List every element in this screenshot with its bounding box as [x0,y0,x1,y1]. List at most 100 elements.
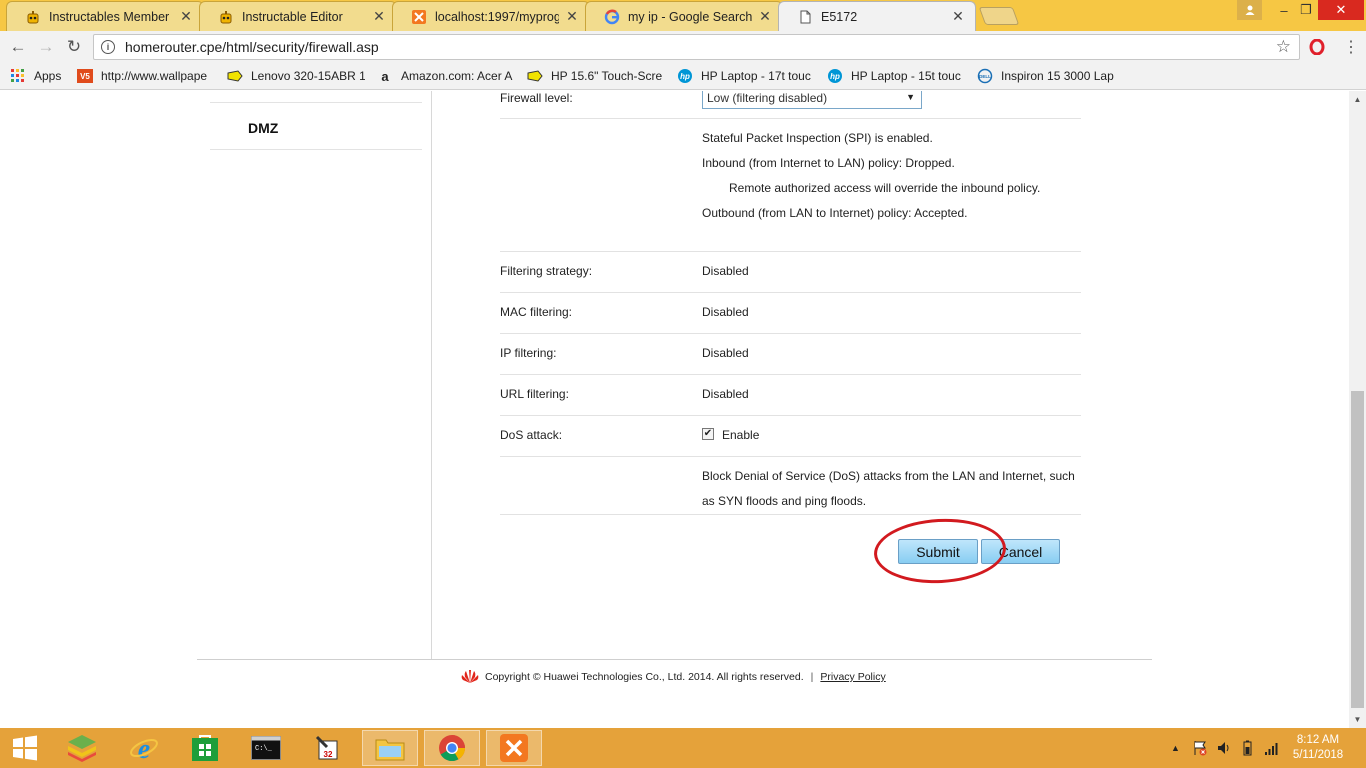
inbound-policy-text: Inbound (from Internet to LAN) policy: D… [702,156,955,170]
network-signal-icon[interactable] [1264,740,1280,759]
url-filtering-value: Disabled [702,387,749,401]
battery-power-icon[interactable] [1240,740,1256,759]
new-tab-button[interactable] [978,7,1020,25]
sidebar-item-dmz[interactable]: DMZ [248,120,278,136]
dos-enable-checkbox[interactable]: ✔ [702,428,714,440]
browser-tab-strip: Instructables Member : A ✕ Instructable … [0,0,1366,31]
window-close-icon[interactable]: ✕ [1318,0,1364,20]
browser-toolbar: ← → ↻ i homerouter.cpe/html/security/fir… [0,31,1366,63]
remote-access-text: Remote authorized access will override t… [729,181,1041,195]
sidebar-divider [210,102,422,103]
row-divider [500,118,1081,119]
bookmark-star-icon[interactable]: ☆ [1276,37,1291,57]
bookmark-hp-15t[interactable]: hp HP Laptop - 15t touc [827,67,965,85]
volume-icon[interactable] [1216,740,1232,759]
yellow-tag-icon [527,69,543,83]
footer-separator: | [810,671,814,683]
bookmark-hp-17t[interactable]: hp HP Laptop - 17t touc [677,67,815,85]
instructables-robot-icon [25,9,41,25]
row-divider [500,514,1081,515]
close-icon[interactable]: ✕ [565,8,579,25]
firewall-level-label: Firewall level: [500,91,573,105]
bookmark-wallpaper[interactable]: V5 http://www.wallpape [77,67,215,85]
windows-store-icon[interactable] [177,730,233,766]
page-scrollbar[interactable]: ▲ ▼ [1349,91,1366,728]
tab-google-search[interactable]: my ip - Google Search ✕ [585,1,783,31]
bookmark-lenovo[interactable]: Lenovo 320-15ABR 1 [227,67,365,85]
scrollbar-thumb[interactable] [1351,391,1364,708]
bookmark-dell-inspiron[interactable]: DELL Inspiron 15 3000 Lap [977,67,1115,85]
mac-filtering-value: Disabled [702,305,749,319]
site-info-icon[interactable]: i [101,40,115,54]
spi-info-text: Stateful Packet Inspection (SPI) is enab… [702,131,933,145]
svg-text:32: 32 [324,750,333,759]
v5-icon: V5 [77,69,93,83]
forward-icon[interactable]: → [35,36,57,58]
close-icon[interactable]: ✕ [372,8,386,25]
tab-instructables-member[interactable]: Instructables Member : A ✕ [6,1,204,31]
xampp-taskbar-icon[interactable] [486,730,542,766]
url-text[interactable]: homerouter.cpe/html/security/firewall.as… [125,39,1276,55]
opera-icon[interactable] [1306,36,1328,58]
minimize-icon[interactable]: – [1273,0,1295,20]
dos-attack-label: DoS attack: [500,428,563,442]
close-icon[interactable]: ✕ [951,8,965,25]
dell-icon: DELL [977,68,993,84]
dos-enable-label: Enable [722,428,760,442]
filtering-strategy-label: Filtering strategy: [500,264,593,278]
bookmarks-bar: Apps V5 http://www.wallpape Lenovo 320-1… [0,63,1366,90]
file-explorer-icon[interactable] [362,730,418,766]
mac-filtering-label: MAC filtering: [500,305,573,319]
bookmark-hp-touchscreen[interactable]: HP 15.6" Touch-Scre [527,67,665,85]
privacy-policy-link[interactable]: Privacy Policy [820,671,885,683]
chrome-icon[interactable] [424,730,480,766]
user-profile-icon[interactable] [1237,0,1262,20]
firewall-level-select[interactable]: Low (filtering disabled) ▼ [702,91,922,109]
svg-text:hp: hp [680,72,690,81]
menu-kebab-icon[interactable]: ⋮ [1340,36,1362,58]
bookmark-apps[interactable]: Apps [10,67,70,85]
taskbar-clock[interactable]: 8:12 AM 5/11/2018 [1290,733,1346,763]
address-bar[interactable]: i homerouter.cpe/html/security/firewall.… [93,34,1300,60]
google-icon [604,9,620,25]
row-divider [500,456,1081,457]
row-divider [500,415,1081,416]
close-icon[interactable]: ✕ [179,8,193,25]
clock-time: 8:12 AM [1296,734,1340,746]
svg-text:e: e [138,734,150,763]
scroll-up-arrow-icon[interactable]: ▲ [1349,91,1366,108]
tab-e5172[interactable]: E5172 ✕ [778,1,976,31]
ip-filtering-label: IP filtering: [500,346,557,360]
row-divider [500,292,1081,293]
reload-icon[interactable]: ↻ [63,36,85,58]
windows-start-icon[interactable] [0,730,50,766]
tab-localhost[interactable]: localhost:1997/myprogra ✕ [392,1,590,31]
show-hidden-icons-icon[interactable]: ▲ [1171,743,1180,753]
tab-instructable-editor[interactable]: Instructable Editor ✕ [199,1,397,31]
ip-filtering-value: Disabled [702,346,749,360]
internet-explorer-icon[interactable]: e [116,730,172,766]
row-divider [500,333,1081,334]
restore-icon[interactable]: ❐ [1295,0,1317,20]
footer-divider [197,659,1152,660]
page-icon [797,9,813,25]
url-filtering-label: URL filtering: [500,387,569,401]
close-icon[interactable]: ✕ [758,8,772,25]
tool-32-icon[interactable]: 32 [300,730,356,766]
bookmark-amazon[interactable]: a Amazon.com: Acer A [377,67,515,85]
cancel-button[interactable]: Cancel [981,539,1060,564]
action-center-flag-icon[interactable] [1192,740,1208,759]
yellow-tag-icon [227,69,243,83]
submit-button[interactable]: Submit [898,539,978,564]
page-footer: Copyright © Huawei Technologies Co., Ltd… [460,669,886,685]
command-prompt-icon[interactable]: C:\_ [238,730,294,766]
back-icon[interactable]: ← [7,36,29,58]
bluestacks-icon[interactable] [54,730,110,766]
filtering-strategy-value: Disabled [702,264,749,278]
scroll-down-arrow-icon[interactable]: ▼ [1349,711,1366,728]
copyright-text: Copyright © Huawei Technologies Co., Ltd… [485,671,804,683]
svg-text:C:\_: C:\_ [255,745,273,753]
windows-taskbar: e C:\_ 32 ▲ 8:12 AM 5/11/2018 [0,728,1366,768]
dos-description-line1: Block Denial of Service (DoS) attacks fr… [702,469,1075,483]
content-divider [431,91,432,659]
